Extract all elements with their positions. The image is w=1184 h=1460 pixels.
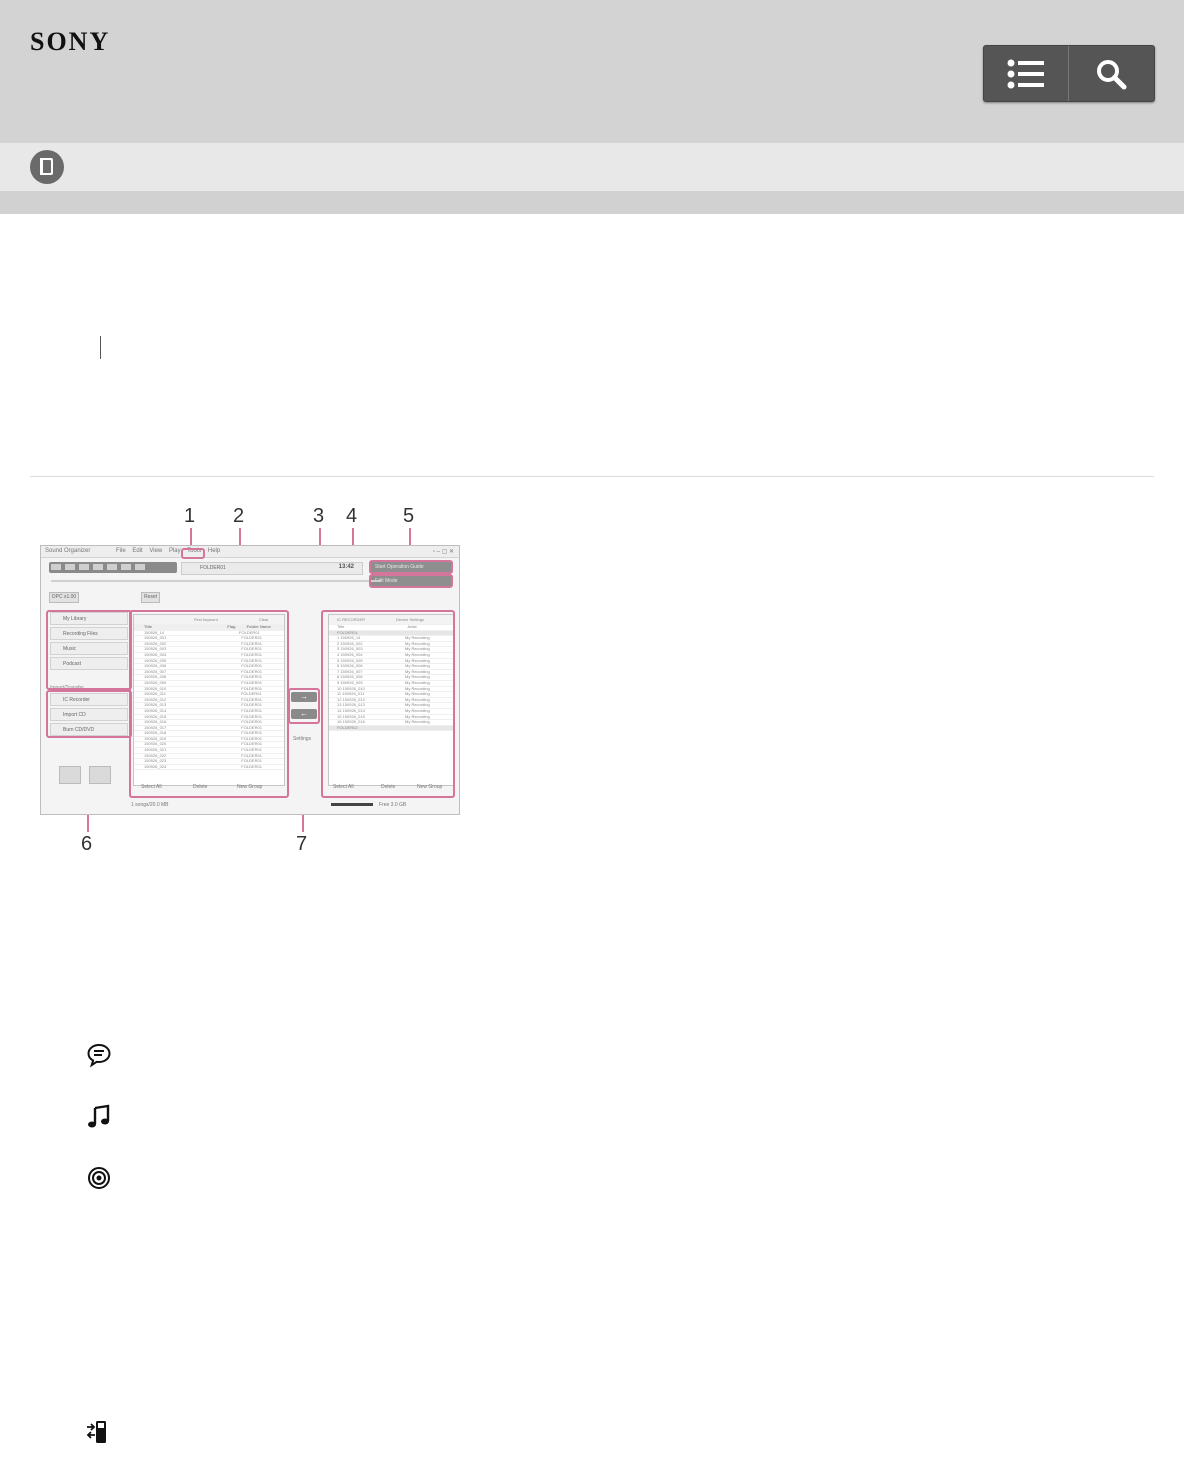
podcast-icon bbox=[86, 1165, 112, 1191]
speed-control-row: DPC x1.00 Reset bbox=[49, 592, 449, 603]
window-controls[interactable]: ▫ – ▢ ✕ bbox=[433, 548, 454, 555]
highlight-device-list bbox=[321, 610, 455, 798]
reset-button[interactable]: Reset bbox=[141, 592, 161, 603]
now-playing-time: 13:42 bbox=[338, 564, 354, 570]
divider bbox=[30, 476, 1154, 477]
highlight-help-menu bbox=[181, 548, 205, 559]
search-icon bbox=[1097, 59, 1127, 89]
callout-2: 2 bbox=[233, 505, 245, 527]
highlight-transfer bbox=[288, 688, 320, 724]
sony-logo[interactable]: SONY bbox=[30, 27, 110, 57]
device-capacity-bar bbox=[331, 803, 373, 806]
speech-bubble-icon bbox=[86, 1042, 112, 1068]
list-icon bbox=[1007, 59, 1044, 88]
menu-file[interactable]: File bbox=[116, 548, 126, 554]
highlight-edit-mode bbox=[369, 574, 453, 588]
highlight-library bbox=[46, 610, 132, 690]
app-window: Sound Organizer File Edit View Play Tool… bbox=[40, 545, 460, 815]
toc-button[interactable] bbox=[984, 46, 1069, 101]
window-title: Sound Organizer bbox=[45, 548, 91, 554]
highlight-operation-guide bbox=[369, 560, 453, 574]
now-playing-display: FOLDER01 13:42 bbox=[181, 562, 363, 575]
edit-tag-button[interactable] bbox=[59, 766, 81, 784]
header-button-group bbox=[983, 45, 1155, 102]
menu-bar: File Edit View Play Tools Help bbox=[116, 548, 225, 554]
sound-organizer-figure: 1 2 3 4 5 6 7 Sound Organizer File Edit … bbox=[30, 500, 470, 860]
text-cursor bbox=[100, 336, 101, 359]
settings-link[interactable]: Settings bbox=[293, 736, 311, 742]
callout-7: 7 bbox=[296, 833, 308, 855]
callout-3: 3 bbox=[313, 505, 325, 527]
callout-4: 4 bbox=[346, 505, 358, 527]
callout-5: 5 bbox=[403, 505, 415, 527]
highlight-file-list bbox=[129, 610, 289, 798]
header-bar: SONY bbox=[0, 0, 1184, 143]
callout-6: 6 bbox=[81, 833, 93, 855]
breadcrumb-bar bbox=[0, 143, 1184, 191]
menu-view[interactable]: View bbox=[149, 548, 162, 554]
menu-help[interactable]: Help bbox=[208, 548, 220, 554]
highlight-import bbox=[46, 690, 132, 738]
search-button[interactable] bbox=[1069, 46, 1153, 101]
mail-button[interactable] bbox=[89, 766, 111, 784]
music-note-icon bbox=[86, 1104, 112, 1130]
callout-1: 1 bbox=[184, 505, 196, 527]
window-title-bar: Sound Organizer File Edit View Play Tool… bbox=[41, 546, 459, 558]
now-playing-folder: FOLDER01 bbox=[200, 565, 226, 571]
speed-label: DPC x1.00 bbox=[49, 592, 80, 603]
book-icon[interactable] bbox=[30, 150, 64, 184]
device-transfer-icon bbox=[86, 1419, 112, 1445]
playback-position-slider[interactable] bbox=[51, 580, 381, 582]
playback-toolbar[interactable] bbox=[49, 562, 177, 573]
menu-edit[interactable]: Edit bbox=[132, 548, 142, 554]
header-bottom-strip bbox=[0, 191, 1184, 214]
library-status: 1 songs/20.0 MB bbox=[131, 802, 169, 808]
menu-play[interactable]: Play bbox=[169, 548, 181, 554]
device-free-space: Free 3.0 GB bbox=[379, 802, 407, 808]
